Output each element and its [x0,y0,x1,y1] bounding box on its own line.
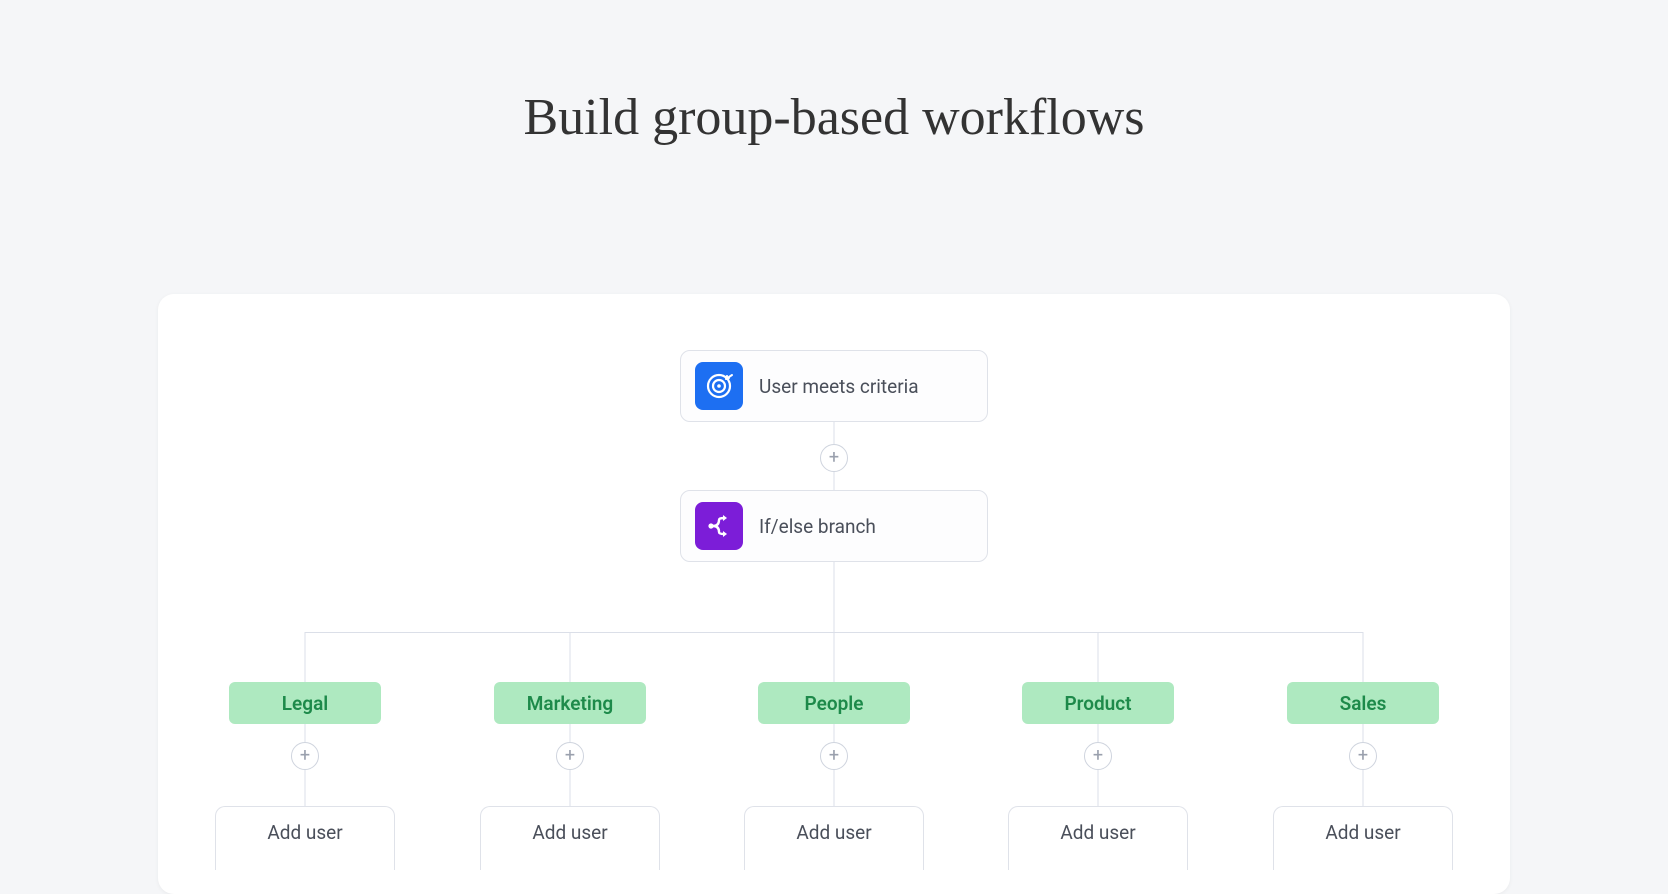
connector-line [305,724,306,742]
action-label: Add user [796,821,871,844]
connector-line [1363,632,1364,682]
page-title: Build group-based workflows [0,88,1668,147]
connector-line [1098,632,1099,682]
branch-label-product[interactable]: Product [1022,682,1174,724]
action-node-add-user[interactable]: Add user [480,806,660,870]
connector-line [834,472,835,490]
connector-line [570,770,571,806]
workflow-canvas: User meets criteria + If/else branch Leg… [158,294,1510,894]
connector-line [305,770,306,806]
add-step-button[interactable]: + [1349,742,1377,770]
action-label: Add user [1060,821,1135,844]
branch-label-sales[interactable]: Sales [1287,682,1439,724]
action-node-add-user[interactable]: Add user [1273,806,1453,870]
action-node-add-user[interactable]: Add user [744,806,924,870]
action-label: Add user [267,821,342,844]
condition-label: If/else branch [759,515,876,538]
branch-name: People [805,692,864,715]
connector-line [1098,770,1099,806]
branch-name: Marketing [527,692,613,715]
connector-line [834,422,835,444]
branch-name: Product [1064,692,1131,715]
trigger-node[interactable]: User meets criteria [680,350,988,422]
connector-line [1363,724,1364,742]
target-icon [695,362,743,410]
connector-line [834,562,835,632]
action-label: Add user [1325,821,1400,844]
condition-node[interactable]: If/else branch [680,490,988,562]
connector-line [834,770,835,806]
branch-name: Sales [1340,692,1387,715]
connector-line [1363,770,1364,806]
connector-line [834,632,835,682]
action-node-add-user[interactable]: Add user [215,806,395,870]
connector-line [570,724,571,742]
connector-line [1098,724,1099,742]
add-step-button[interactable]: + [556,742,584,770]
branch-label-marketing[interactable]: Marketing [494,682,646,724]
branch-label-people[interactable]: People [758,682,910,724]
branch-icon [695,502,743,550]
branch-label-legal[interactable]: Legal [229,682,381,724]
connector-line [834,724,835,742]
add-step-button[interactable]: + [1084,742,1112,770]
add-step-button[interactable]: + [291,742,319,770]
action-label: Add user [532,821,607,844]
add-step-button[interactable]: + [820,444,848,472]
action-node-add-user[interactable]: Add user [1008,806,1188,870]
connector-line [570,632,571,682]
add-step-button[interactable]: + [820,742,848,770]
trigger-label: User meets criteria [759,375,919,398]
connector-line [305,632,306,682]
branch-name: Legal [282,692,328,715]
